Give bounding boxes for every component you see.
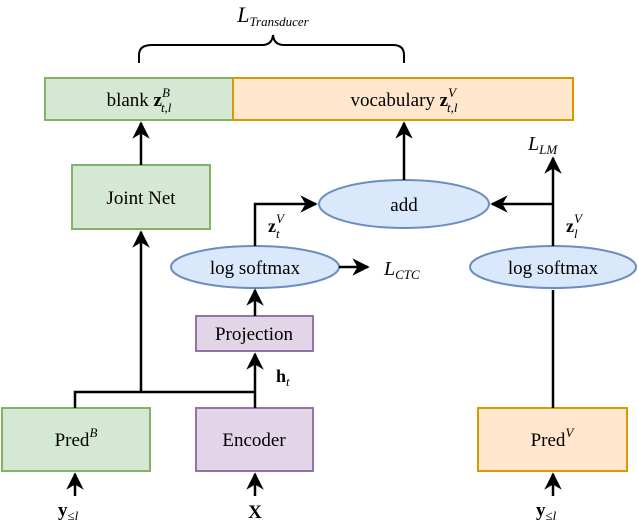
transducer-brace: [138, 34, 405, 63]
add-label: add: [390, 195, 418, 216]
input-y-left-label: y≤l: [58, 500, 79, 522]
input-y-right-label: y≤l: [536, 500, 557, 522]
z-l-label: zV l: [566, 211, 584, 241]
loss-lm-label: LLM: [527, 133, 558, 157]
joint-net-label: Joint Net: [106, 188, 176, 209]
log-softmax-right-label: log softmax: [508, 258, 599, 279]
arrow-logsoftmax-left-to-add: [253, 195, 318, 246]
projection-label: Projection: [215, 324, 294, 345]
loss-ctc-label: LCTC: [383, 258, 420, 282]
connector-predb-encoder: [73, 390, 255, 408]
output-vocab-label: vocabulary zV t,l: [350, 85, 458, 115]
encoder-label: Encoder: [222, 430, 286, 451]
input-x-label: X: [248, 502, 262, 522]
output-blank-label: blank zB t,l: [107, 85, 172, 115]
h-t-label: ht: [276, 366, 290, 389]
diagram-canvas: LTransducer blank zB t,l vocabulary zV t,l…: [1, 2, 637, 522]
log-softmax-left-label: log softmax: [210, 258, 301, 279]
loss-transducer-label: LTransducer: [236, 2, 309, 29]
z-t-label: zV t: [268, 211, 286, 241]
